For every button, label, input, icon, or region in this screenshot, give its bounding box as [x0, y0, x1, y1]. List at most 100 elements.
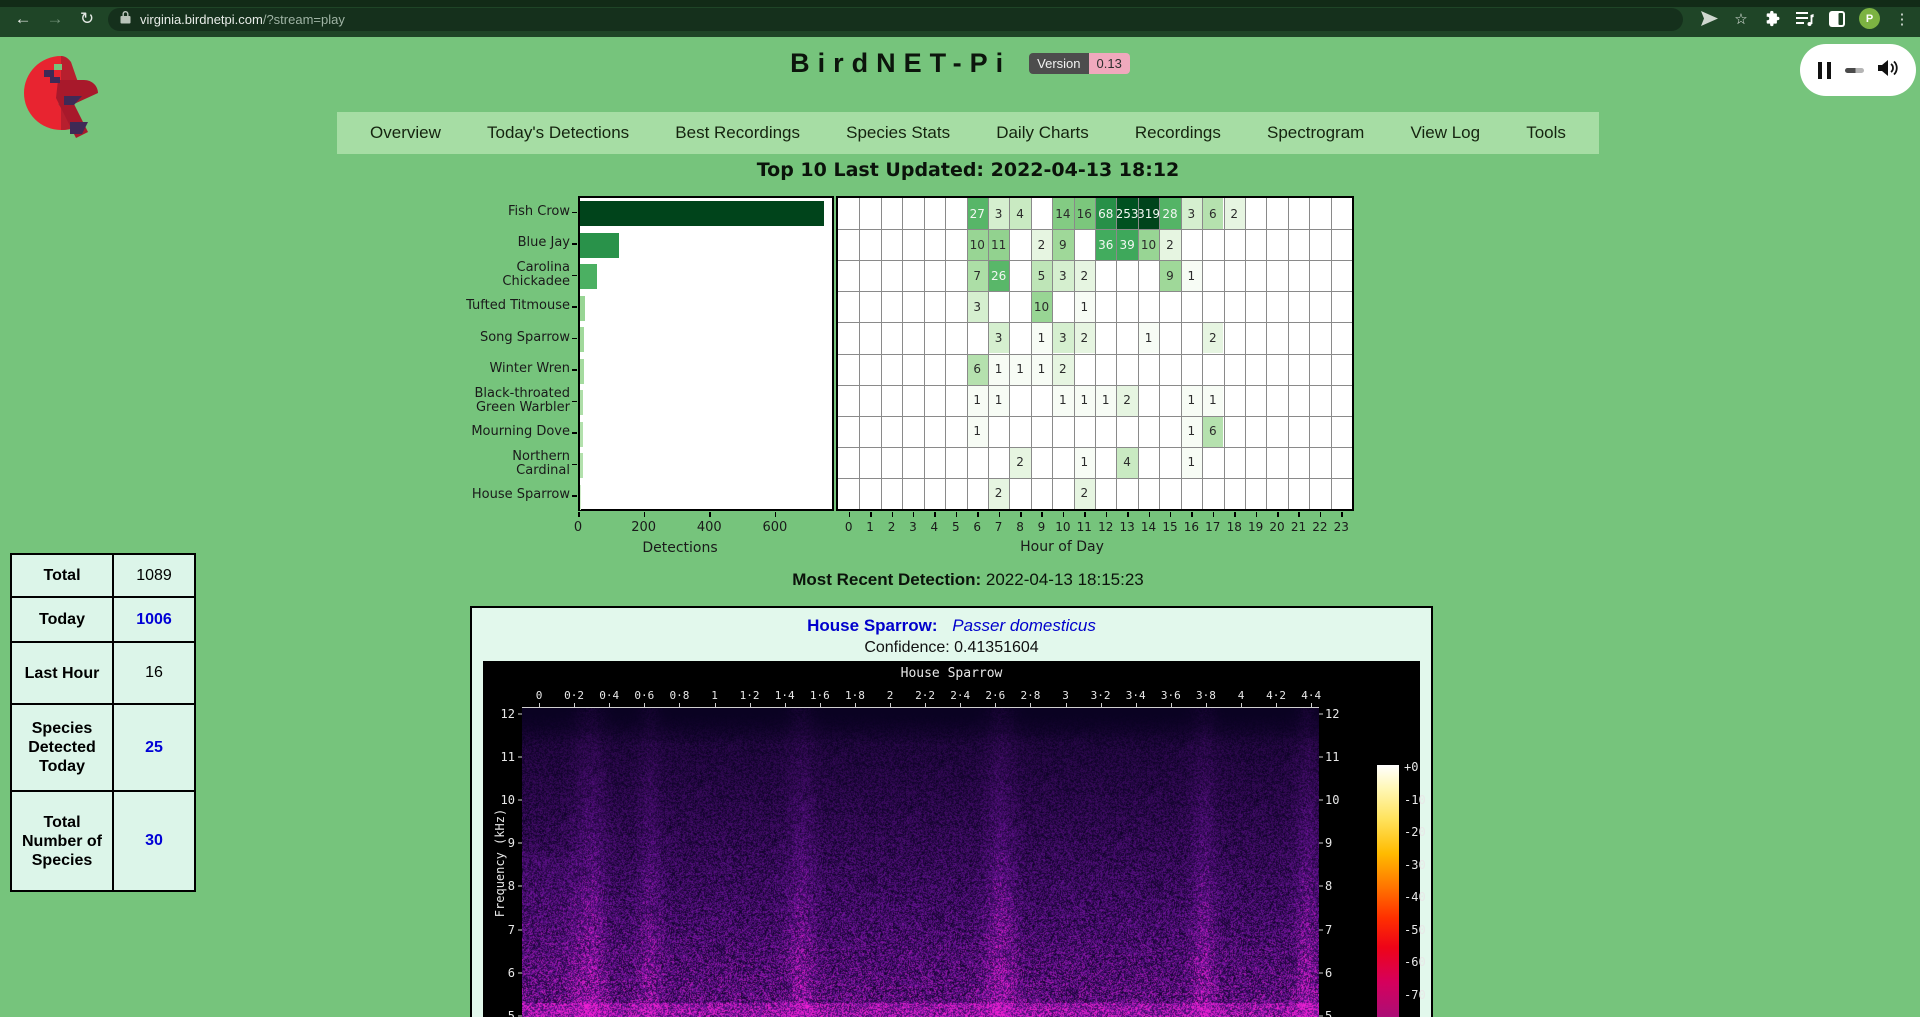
spectro-time-label-11: 2·2 — [915, 689, 935, 702]
version-label: Version — [1029, 53, 1088, 74]
heatmap-cell-r0-h7: 3 — [988, 198, 1009, 229]
nav-item-recordings[interactable]: Recordings — [1135, 123, 1221, 143]
species-tick-7 — [572, 432, 577, 434]
spectro-time-tick-10 — [890, 703, 891, 707]
spectro-freq-label-left-6: 6 — [491, 966, 515, 980]
side-panel-icon[interactable] — [1827, 9, 1847, 29]
bar-xaxis-label: Detections — [642, 540, 717, 556]
audio-player[interactable] — [1800, 44, 1916, 96]
bar-xtick-label-600: 600 — [763, 520, 788, 535]
spectro-time-tick-21 — [1276, 703, 1277, 707]
bar-5 — [580, 359, 584, 384]
heatmap-cell-r0-h14: 319 — [1138, 198, 1159, 229]
profile-avatar[interactable]: P — [1859, 8, 1880, 29]
address-bar[interactable]: virginia.birdnetpi.com/?stream=play — [108, 8, 1683, 31]
spectro-db-label-6: -60 — [1404, 955, 1426, 969]
spectro-db-label-4: -40 — [1404, 890, 1426, 904]
species-tick-0 — [572, 212, 577, 214]
nav-item-today-s-detections[interactable]: Today's Detections — [487, 123, 629, 143]
hour-label-12: 12 — [1098, 520, 1113, 534]
spectro-time-tick-9 — [855, 703, 856, 707]
stats-label: Total — [11, 554, 113, 597]
spectro-time-tick-19 — [1206, 703, 1207, 707]
hour-tick-16 — [1191, 512, 1193, 517]
heatmap-cell-r9-h7: 2 — [988, 478, 1009, 509]
bookmark-star-icon[interactable]: ☆ — [1731, 9, 1751, 29]
send-icon[interactable] — [1699, 9, 1719, 29]
heatmap-cell-r5-h10: 2 — [1052, 354, 1073, 385]
species-tick-8 — [572, 464, 577, 466]
stats-value: 1089 — [113, 554, 195, 597]
heatmap-cell-r0-h13: 253 — [1116, 198, 1137, 229]
forward-icon[interactable]: → — [44, 9, 66, 29]
bar-4 — [580, 327, 584, 352]
nav-item-species-stats[interactable]: Species Stats — [846, 123, 950, 143]
toolbar-actions: ☆ P ⋮ — [1699, 6, 1912, 31]
hour-label-15: 15 — [1162, 520, 1177, 534]
nav-item-best-recordings[interactable]: Best Recordings — [675, 123, 800, 143]
heatmap-cell-r2-h15: 9 — [1159, 260, 1180, 291]
extensions-puzzle-icon[interactable] — [1763, 9, 1783, 29]
spectro-time-tick-0 — [539, 703, 540, 707]
spectro-time-label-7: 1·4 — [775, 689, 795, 702]
spectro-freq-label-right-11: 11 — [1325, 750, 1349, 764]
reload-icon[interactable]: ↻ — [76, 9, 98, 29]
hour-tick-14 — [1149, 512, 1151, 517]
page-title: BirdNET-Pi — [790, 48, 1011, 79]
species-common-link[interactable]: House Sparrow: — [807, 616, 937, 635]
spectro-time-label-8: 1·6 — [810, 689, 830, 702]
heatmap-cell-r4-h17: 2 — [1202, 322, 1223, 353]
spectro-time-label-2: 0·4 — [599, 689, 619, 702]
stats-value[interactable]: 25 — [113, 704, 195, 791]
spectro-freq-tick-right-7 — [1319, 929, 1323, 930]
bar-xtick-label-200: 200 — [631, 520, 656, 535]
spectro-time-label-12: 2·4 — [950, 689, 970, 702]
spectro-time-label-10: 2 — [887, 689, 894, 702]
spectro-freq-label-right-8: 8 — [1325, 879, 1349, 893]
heatmap-cell-r9-h11: 2 — [1074, 478, 1095, 509]
playlist-extension-icon[interactable] — [1795, 9, 1815, 29]
hour-tick-21 — [1298, 512, 1300, 517]
heatmap-cell-r5-h6: 6 — [967, 354, 988, 385]
heatmap-cell-r6-h13: 2 — [1116, 385, 1137, 416]
window-top-strip — [0, 0, 1920, 7]
hour-label-10: 10 — [1055, 520, 1070, 534]
spectro-time-label-9: 1·8 — [845, 689, 865, 702]
lock-icon — [120, 11, 131, 29]
species-latin-link[interactable]: Passer domesticus — [952, 616, 1096, 635]
stats-label: Last Hour — [11, 642, 113, 704]
spectro-freq-label-left-7: 7 — [491, 923, 515, 937]
spectro-time-label-17: 3·4 — [1126, 689, 1146, 702]
speaker-icon[interactable] — [1878, 59, 1898, 82]
spectro-time-tick-16 — [1101, 703, 1102, 707]
back-icon[interactable]: ← — [12, 9, 34, 29]
stats-value[interactable]: 1006 — [113, 597, 195, 642]
pause-icon[interactable] — [1818, 62, 1831, 79]
browser-window: ← → ↻ virginia.birdnetpi.com/?stream=pla… — [0, 0, 1920, 1017]
url-text: virginia.birdnetpi.com/?stream=play — [140, 12, 345, 27]
bar-xtick-600 — [775, 512, 777, 517]
heatmap-cell-r3-h9: 10 — [1031, 291, 1052, 322]
hour-label-9: 9 — [1038, 520, 1046, 534]
heatmap-cell-r4-h9: 1 — [1031, 322, 1052, 353]
spectro-time-tick-1 — [574, 703, 575, 707]
nav-item-tools[interactable]: Tools — [1526, 123, 1566, 143]
bar-2 — [580, 264, 597, 289]
nav-item-view-log[interactable]: View Log — [1410, 123, 1480, 143]
menu-dots-icon[interactable]: ⋮ — [1892, 9, 1912, 29]
bar-7 — [580, 422, 583, 447]
spectro-freq-label-right-6: 6 — [1325, 966, 1349, 980]
hour-label-18: 18 — [1227, 520, 1242, 534]
spectro-time-label-3: 0·6 — [634, 689, 654, 702]
audio-seek-slider[interactable] — [1845, 68, 1864, 73]
nav-item-daily-charts[interactable]: Daily Charts — [996, 123, 1089, 143]
nav-item-spectrogram[interactable]: Spectrogram — [1267, 123, 1364, 143]
heatmap-cell-r5-h9: 1 — [1031, 354, 1052, 385]
spectro-freq-label-left-5: 5 — [491, 1009, 515, 1017]
stats-value[interactable]: 30 — [113, 791, 195, 891]
stats-table: Total1089Today1006Last Hour16Species Det… — [10, 553, 196, 892]
nav-item-overview[interactable]: Overview — [370, 123, 441, 143]
hour-label-17: 17 — [1205, 520, 1220, 534]
spectro-freq-label-left-10: 10 — [491, 793, 515, 807]
hour-tick-23 — [1341, 512, 1343, 517]
